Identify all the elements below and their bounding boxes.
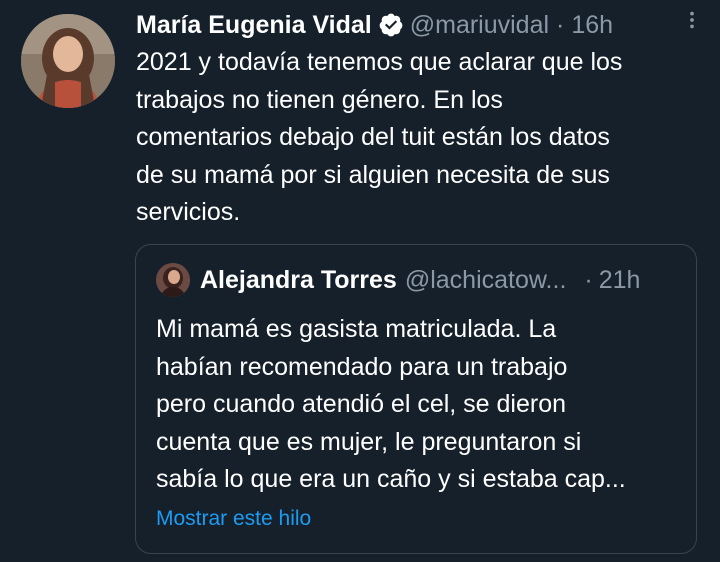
tweet-text: 2021 y todavía tenemos que aclarar que l… (136, 44, 696, 232)
more-options-button[interactable] (678, 6, 706, 34)
quoted-text-line: habían recomendado para un trabajo (156, 352, 568, 381)
quoted-tweet-header: Alejandra Torres @lachicatow... · 21h (156, 263, 681, 297)
quoted-text-line: cuenta que es mujer, le preguntaron si (156, 427, 582, 456)
quoted-tweet-text: Mi mamá es gasista matriculada. La había… (156, 311, 681, 499)
quoted-text-line: Mi mamá es gasista matriculada. La (156, 315, 557, 343)
quoted-author-handle: @lachicatow... (404, 265, 567, 294)
author-avatar[interactable] (21, 14, 115, 108)
tweet-timestamp[interactable]: 16h (571, 11, 613, 40)
quoted-author-name: Alejandra Torres (200, 265, 397, 294)
quoted-tweet[interactable]: Alejandra Torres @lachicatow... · 21h Mi… (135, 244, 697, 554)
tweet-text-line: servicios. (136, 198, 241, 226)
quoted-author-avatar-image (156, 263, 190, 297)
quoted-author-avatar[interactable] (156, 263, 190, 297)
author-avatar-image (21, 14, 115, 108)
tweet-text-line: comentarios debajo del tuit están los da… (136, 123, 610, 151)
quoted-header-separator: · (584, 265, 593, 294)
quoted-text-line: sabía lo que era un caño y si estaba cap… (156, 465, 626, 493)
tweet-header: María Eugenia Vidal @mariuvidal · 16h (136, 8, 706, 42)
more-options-icon (690, 11, 694, 29)
tweet-text-line: de su mamá por si alguien necesita de su… (136, 160, 610, 189)
tweet[interactable]: María Eugenia Vidal @mariuvidal · 16h 20… (0, 0, 720, 562)
quoted-text-line: pero cuando atendió el cel, se dieron (156, 390, 567, 418)
tweet-text-line: 2021 y todavía tenemos que aclarar que l… (136, 48, 623, 76)
author-name[interactable]: María Eugenia Vidal (136, 11, 372, 40)
author-handle[interactable]: @mariuvidal (410, 11, 549, 40)
show-thread-link[interactable]: Mostrar este hilo (156, 507, 311, 531)
tweet-text-line: trabajos no tienen género. En los (136, 85, 503, 114)
quoted-tweet-timestamp: 21h (598, 265, 641, 294)
header-separator: · (556, 10, 565, 39)
verified-badge-icon (378, 12, 404, 38)
